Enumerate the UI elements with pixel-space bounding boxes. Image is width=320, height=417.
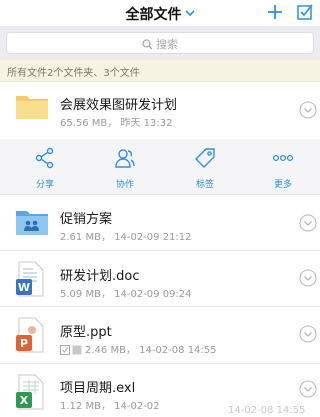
file-name: 促销方案 bbox=[60, 212, 113, 227]
header-bar: 全部文件 bbox=[0, 0, 320, 26]
file-size: 65.56 MB bbox=[60, 118, 108, 129]
file-size: 5.09 MB bbox=[60, 289, 101, 300]
file-size: 1.12 MB bbox=[60, 401, 101, 412]
svg-text:W: W bbox=[18, 281, 30, 294]
file-size: 2.46 MB bbox=[85, 345, 126, 356]
list-item[interactable]: W 研发计划.doc 5.09 MB， 14-02-09 09:24 bbox=[0, 251, 320, 306]
collaborate-icon bbox=[115, 149, 135, 168]
excel-icon: X bbox=[15, 374, 45, 414]
file-name: 原型.ppt bbox=[60, 325, 112, 340]
file-action-bar: 分享 协作 标签 更多 bbox=[0, 139, 320, 195]
file-date: 14-02-09 21:12 bbox=[114, 232, 192, 243]
file-name: 会展效果图研发计划 bbox=[60, 98, 178, 113]
tag-label: 标签 bbox=[195, 180, 214, 190]
chevron-circle-icon bbox=[299, 325, 317, 343]
file-summary: 所有文件2个文件夹、3个文件 bbox=[0, 60, 320, 82]
plus-icon bbox=[268, 5, 282, 19]
list-item[interactable]: 促销方案 2.61 MB， 14-02-09 21:12 bbox=[0, 196, 320, 250]
search-bar-container: 搜索 bbox=[0, 26, 320, 60]
chevron-circle-icon bbox=[299, 101, 317, 119]
collaborate-button[interactable]: 协作 bbox=[95, 139, 155, 195]
more-icon bbox=[272, 154, 294, 162]
summary-text: 所有文件2个文件夹、3个文件 bbox=[7, 68, 140, 79]
list-item[interactable]: 会展效果图研发计划 65.56 MB， 昨天 13:32 bbox=[0, 82, 320, 138]
tag-icon bbox=[195, 148, 215, 168]
search-icon bbox=[142, 39, 153, 50]
add-button[interactable] bbox=[265, 2, 285, 22]
expand-button[interactable] bbox=[299, 101, 317, 119]
file-name: 研发计划.doc bbox=[60, 269, 140, 284]
share-button[interactable]: 分享 bbox=[15, 139, 75, 195]
file-date: 昨天 13:32 bbox=[120, 118, 173, 129]
word-doc-icon: W bbox=[15, 261, 45, 301]
ppt-icon: P bbox=[15, 317, 45, 357]
more-button[interactable]: 更多 bbox=[253, 139, 313, 195]
file-date: 14-02-08 14:55 bbox=[139, 345, 217, 356]
shared-folder-icon bbox=[15, 208, 49, 240]
expand-button[interactable] bbox=[299, 269, 317, 287]
file-date: 14-02-09 09:24 bbox=[114, 289, 192, 300]
chevron-down-icon bbox=[184, 5, 195, 21]
share-label: 分享 bbox=[35, 180, 54, 190]
more-label: 更多 bbox=[273, 180, 292, 190]
file-date: 14-02-02 bbox=[114, 401, 160, 412]
page-title: 全部文件 bbox=[125, 7, 182, 23]
search-input[interactable]: 搜索 bbox=[6, 32, 314, 54]
svg-text:P: P bbox=[20, 337, 28, 350]
collaborate-label: 协作 bbox=[115, 180, 134, 190]
overlay-date-text: 14-02-08 14:55 bbox=[228, 405, 306, 416]
chevron-circle-icon bbox=[299, 214, 317, 232]
list-item[interactable]: P 原型.ppt 2.46 MB， 14-02-08 14:55 bbox=[0, 307, 320, 363]
svg-text:X: X bbox=[20, 394, 29, 407]
chevron-circle-icon bbox=[299, 269, 317, 287]
tag-button[interactable]: 标签 bbox=[175, 139, 235, 195]
expand-button[interactable] bbox=[299, 325, 317, 343]
file-size: 2.61 MB bbox=[60, 232, 101, 243]
status-icons bbox=[60, 345, 82, 358]
checkbox-edit-icon bbox=[297, 4, 313, 20]
chevron-circle-icon bbox=[299, 380, 317, 398]
share-icon bbox=[35, 147, 54, 169]
file-name: 项目周期.exl bbox=[60, 381, 136, 396]
edit-button[interactable] bbox=[295, 2, 315, 22]
folder-icon bbox=[15, 92, 49, 124]
expand-button[interactable] bbox=[299, 214, 317, 232]
search-placeholder: 搜索 bbox=[156, 38, 178, 51]
expand-button[interactable] bbox=[299, 380, 317, 398]
